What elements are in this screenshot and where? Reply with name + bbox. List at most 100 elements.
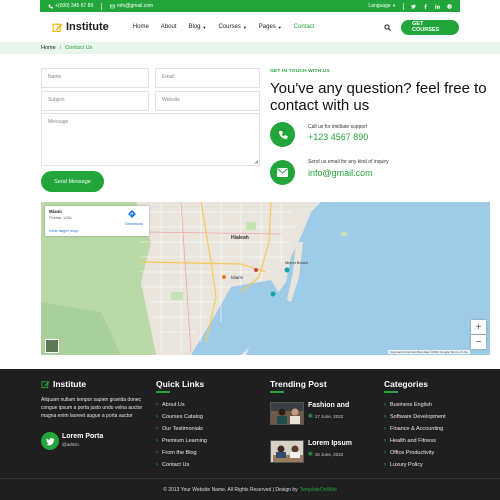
email-field[interactable]: Email [155, 68, 260, 88]
category-link[interactable]: › Software Development [384, 414, 446, 420]
chevron-right-icon: › [384, 462, 386, 468]
category-label: Business English [390, 402, 432, 408]
message-placeholder: Message [48, 119, 69, 125]
topbar-phone-text: +(000) 345 67 89 [55, 3, 94, 9]
footer-logo-text: Institute [53, 379, 87, 389]
nav-item-contact[interactable]: Contact [294, 24, 315, 30]
chevron-down-icon: ▼ [392, 3, 396, 8]
nav-item-label: Contact [293, 24, 315, 30]
map-attribution: Keyboard shortcuts Map data ©2024 Google… [388, 350, 470, 354]
name-placeholder: Name [48, 74, 62, 80]
chevron-right-icon: › [384, 450, 386, 456]
phone-label: Call us for imidiate support [308, 124, 368, 130]
get-courses-button[interactable]: GET COURSES [401, 19, 459, 35]
copyright-bar: © 2013 Your Website Name. All Rights Res… [0, 478, 500, 500]
chevron-right-icon: › [156, 450, 158, 456]
facebook-icon[interactable] [423, 3, 428, 9]
name-field[interactable]: Name [41, 68, 149, 88]
nav-item-blog[interactable]: Blog ▼ [188, 24, 206, 30]
language-dropdown[interactable]: Language ▼ [368, 3, 396, 9]
subject-placeholder: Subject [48, 97, 65, 103]
send-message-label: Send Message [54, 178, 91, 185]
chevron-right-icon: › [384, 438, 386, 444]
logo-text: Institute [66, 21, 109, 33]
nav-item-pages[interactable]: Pages ▼ [259, 24, 282, 30]
caret-down-icon: ▼ [242, 24, 247, 30]
email-circle [270, 160, 295, 185]
footer-link[interactable]: › From the Blog [156, 450, 197, 456]
contact-title: You've any question? feel free to contac… [270, 80, 487, 114]
twitter-icon [45, 437, 55, 445]
zoom-out-button[interactable]: − [471, 335, 486, 349]
website-field[interactable]: Website [155, 91, 260, 111]
post-date-text: 17 June, 2022 [314, 413, 344, 419]
map-place-name: Miami [49, 209, 62, 214]
view-larger-map-link[interactable]: View larger map [49, 228, 78, 233]
footer-about: Aliquam nullam tempor sapien gravida don… [41, 397, 143, 419]
footer-author-name: Lorem Porta [62, 433, 104, 440]
search-icon[interactable] [384, 23, 391, 31]
footer-link[interactable]: › Our Testimonials [156, 426, 203, 432]
footer-logo[interactable]: Institute [41, 379, 86, 389]
post-title[interactable]: Lorem Ipsum [308, 440, 352, 447]
resize-handle-icon[interactable]: ◢ [254, 159, 258, 165]
footer-link[interactable]: › Premium Learning [156, 438, 207, 444]
pinterest-icon[interactable] [447, 3, 452, 9]
nav-item-label: Blog [188, 24, 201, 30]
directions-icon[interactable] [128, 210, 136, 218]
message-field[interactable]: Message ◢ [41, 113, 260, 166]
category-link[interactable]: › Business English [384, 402, 432, 408]
category-label: Health and Fitness [390, 438, 436, 444]
topbar-divider [101, 2, 103, 10]
footer-link[interactable]: › About Us [156, 402, 185, 408]
footer-link-label: About Us [162, 402, 185, 408]
topbar-right: Language ▼ [368, 2, 452, 10]
send-message-button[interactable]: Send Message [41, 171, 104, 192]
post-title[interactable]: Fashion and [308, 402, 349, 409]
nav-item-label: About [160, 24, 177, 30]
post-thumbnail[interactable] [270, 440, 304, 463]
directions-label[interactable]: Directions [125, 221, 143, 226]
footer-link[interactable]: › Courses Catalog [156, 414, 203, 420]
twitter-icon[interactable] [411, 4, 416, 9]
footer-link[interactable]: › Contact Us [156, 462, 189, 468]
nav-item-label: Pages [258, 24, 276, 30]
map-satellite-toggle[interactable] [45, 339, 59, 353]
category-link[interactable]: › Office Productivity [384, 450, 434, 456]
post-photo [271, 403, 303, 424]
nav-menu: Home About Blog ▼ Courses ▼ Pages ▼ Contact [133, 24, 315, 30]
footer-link-label: Our Testimonials [162, 426, 203, 432]
heading-underline [270, 391, 284, 393]
chevron-right-icon: › [156, 438, 158, 444]
linkedin-icon[interactable] [435, 3, 440, 9]
post-date: ▣ 16 June, 2022 [308, 451, 343, 457]
breadcrumb-home[interactable]: Home [41, 45, 56, 51]
phone-number[interactable]: +123 4567 890 [308, 132, 368, 142]
category-link[interactable]: › Finance & Accounting [384, 426, 443, 432]
contact-eyebrow: GET IN TOUCH WITH US [270, 69, 330, 74]
category-link[interactable]: › Health and Fitness [384, 438, 436, 444]
post-thumbnail[interactable] [270, 402, 304, 425]
website-placeholder: Website [162, 97, 180, 103]
subject-field[interactable]: Subject [41, 91, 149, 111]
chevron-right-icon: › [384, 426, 386, 432]
category-link[interactable]: › Luxury Policy [384, 462, 423, 468]
nav-item-label: Courses [218, 24, 241, 30]
map-label: Miami Beach [285, 260, 309, 265]
calendar-icon: ▣ [308, 413, 313, 419]
zoom-in-button[interactable]: + [471, 320, 486, 334]
designer-link[interactable]: TemplateOnWeb [300, 487, 337, 493]
nav-item-home[interactable]: Home [133, 24, 149, 30]
chevron-right-icon: › [156, 462, 158, 468]
site-logo[interactable]: Institute [52, 21, 109, 33]
nav-item-about[interactable]: About [161, 24, 177, 30]
twitter-circle-icon[interactable] [41, 432, 59, 450]
email-address[interactable]: info@gmail.com [308, 168, 373, 178]
trending-heading: Trending Post [270, 379, 327, 389]
top-bar: +(000) 345 67 89 info@gmail.com Language… [0, 0, 500, 12]
copyright-text: © 2013 Your Website Name. All Rights Res… [163, 486, 298, 493]
topbar-phone[interactable]: +(000) 345 67 89 [48, 3, 93, 9]
footer-link-label: Premium Learning [162, 438, 207, 444]
topbar-email[interactable]: info@gmail.com [110, 3, 153, 9]
nav-item-courses[interactable]: Courses ▼ [218, 24, 246, 30]
